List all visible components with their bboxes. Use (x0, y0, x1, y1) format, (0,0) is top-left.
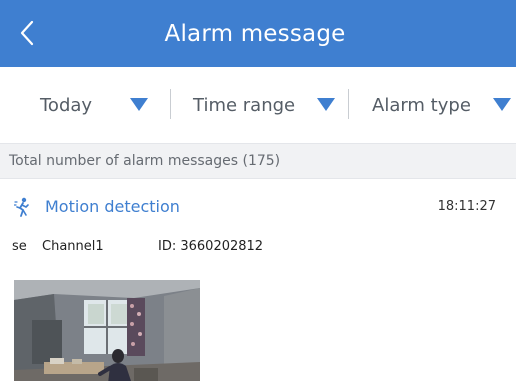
device-name: se (12, 239, 27, 254)
alarm-type-filter[interactable]: Alarm type (372, 67, 511, 143)
alarm-type-row: Motion detection 18:11:27 (0, 179, 516, 235)
alarm-time: 18:11:27 (437, 199, 496, 214)
filter-divider (348, 89, 349, 119)
alarm-count-text: Total number of alarm messages (175) (9, 153, 281, 169)
triangle-down-icon (492, 98, 511, 111)
alarm-type-label: Motion detection (45, 197, 180, 216)
alarm-count-bar: Total number of alarm messages (175) (0, 143, 516, 179)
page-title: Alarm message (164, 20, 346, 47)
app-screen: Alarm message Today Time range Alarm typ… (0, 0, 516, 381)
alarm-list-item[interactable]: Motion detection 18:11:27 se Channel1 ID… (0, 179, 516, 381)
snapshot-image (14, 280, 200, 381)
channel-label: Channel1 (42, 239, 104, 254)
alarm-snapshot-thumbnail[interactable] (14, 280, 200, 381)
top-bar: Alarm message (0, 0, 516, 67)
triangle-down-icon (130, 98, 149, 111)
motion-detection-icon (14, 197, 29, 217)
back-button[interactable] (14, 16, 40, 50)
device-id: ID: 3660202812 (158, 239, 264, 254)
chevron-left-icon (20, 20, 34, 46)
filter-divider (170, 89, 171, 119)
time-range-filter-label: Time range (193, 94, 296, 116)
filter-bar: Today Time range Alarm type (0, 67, 516, 143)
time-range-filter[interactable]: Time range (193, 67, 336, 143)
triangle-down-icon (317, 98, 336, 111)
date-filter[interactable]: Today (40, 67, 149, 143)
alarm-type-filter-label: Alarm type (372, 94, 471, 116)
date-filter-label: Today (40, 94, 93, 116)
